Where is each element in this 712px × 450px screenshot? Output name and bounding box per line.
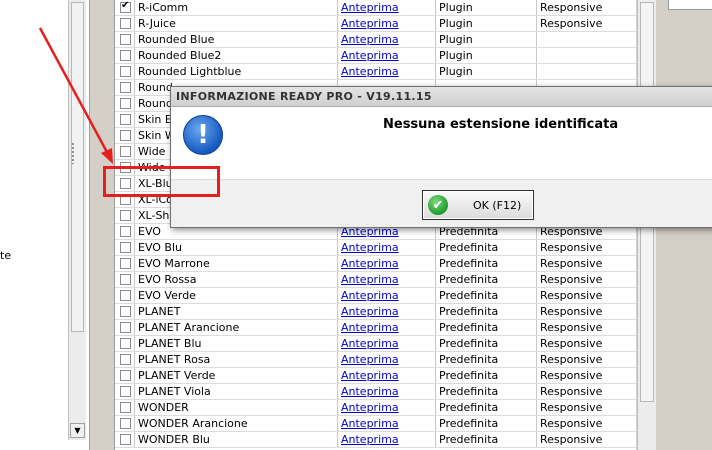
annotation-arrow-icon — [38, 27, 113, 164]
